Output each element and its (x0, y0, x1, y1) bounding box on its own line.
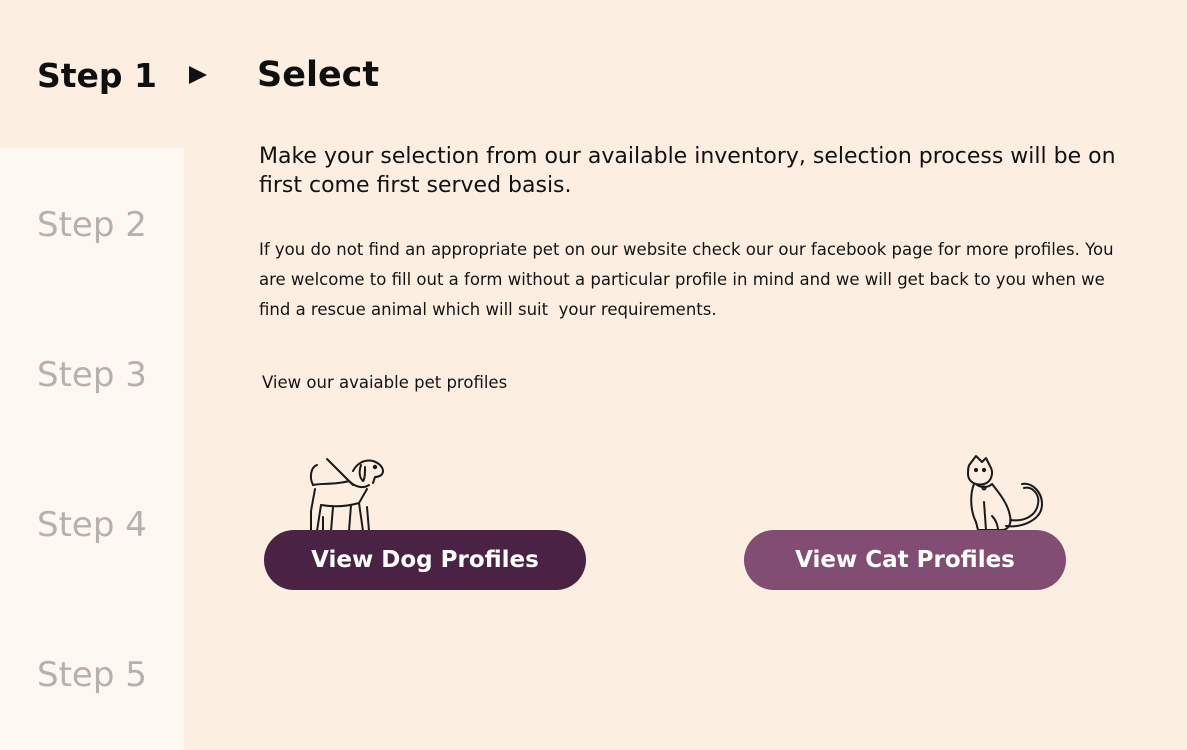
section-lead: Make your selection from our available i… (259, 144, 1116, 198)
play-arrow-icon (189, 66, 207, 84)
step-5[interactable]: Step 5 (37, 655, 147, 695)
step-4[interactable]: Step 4 (37, 505, 147, 545)
dog-on-leash-icon (309, 458, 384, 532)
section-title: Select (257, 55, 380, 95)
view-dog-profiles-button[interactable]: View Dog Profiles (264, 530, 586, 590)
sitting-cat-icon (967, 455, 1043, 531)
view-cat-profiles-button[interactable]: View Cat Profiles (744, 530, 1066, 590)
section-description: If you do not find an appropriate pet on… (259, 240, 1119, 319)
step-3[interactable]: Step 3 (37, 355, 147, 395)
step-2[interactable]: Step 2 (37, 205, 147, 245)
step-1[interactable]: Step 1 (37, 56, 157, 96)
profiles-label: View our avaiable pet profiles (262, 373, 508, 392)
